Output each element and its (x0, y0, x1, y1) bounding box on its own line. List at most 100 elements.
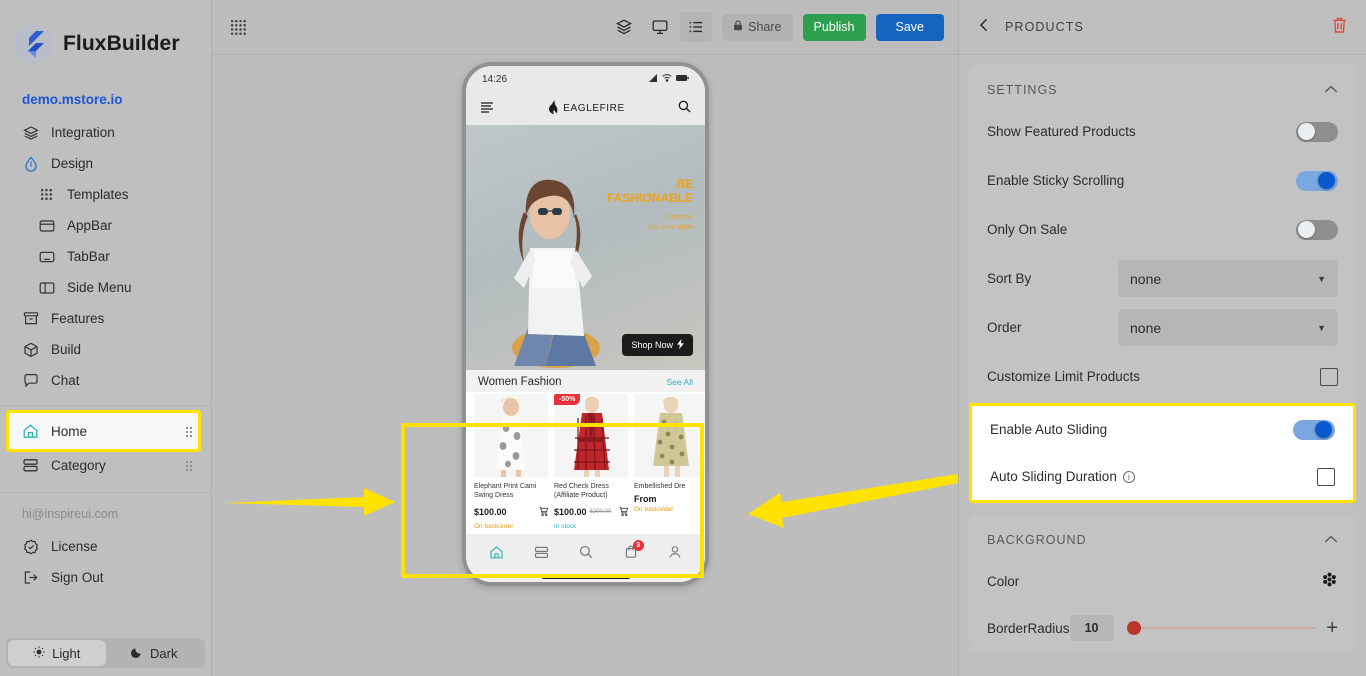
sidebar-item-label: TabBar (67, 249, 110, 264)
toolbar-actions: Share Publish Save (608, 12, 944, 42)
sidebar-item-label: Integration (51, 125, 115, 140)
product-price: From (634, 494, 657, 504)
share-button[interactable]: Share (722, 14, 792, 41)
sidebar-item-license[interactable]: License (0, 531, 211, 562)
flux-builder-app: FluxBuilder demo.mstore.io Integration (0, 0, 1366, 676)
sale-badge: -50% (554, 394, 580, 405)
product-price-row: $100.00 $200.00 (554, 503, 628, 521)
list-view-icon[interactable] (680, 12, 712, 42)
publish-button[interactable]: Publish (803, 14, 866, 41)
theme-light-button[interactable]: Light (8, 640, 106, 666)
add-to-cart-icon[interactable] (539, 503, 548, 521)
shop-now-label: Shop Now (631, 340, 673, 350)
pages-list: Home Category (0, 414, 211, 482)
slider-track[interactable] (1130, 627, 1317, 629)
border-radius-value-input[interactable]: 10 (1070, 615, 1114, 641)
panel-body[interactable]: SETTINGS Show Featured Products Enable S… (959, 55, 1366, 676)
sidebar-item-label: Sign Out (51, 570, 104, 585)
see-all-link[interactable]: See All (667, 377, 693, 387)
layers-panel-icon[interactable] (608, 12, 640, 42)
enable-auto-sliding-toggle[interactable] (1293, 420, 1335, 440)
add-to-cart-icon[interactable] (619, 503, 628, 521)
row-show-featured-products: Show Featured Products (969, 107, 1356, 156)
store-domain-link[interactable]: demo.mstore.io (0, 70, 211, 117)
border-radius-slider[interactable]: + (1130, 618, 1338, 638)
apps-grid-icon[interactable] (230, 19, 247, 36)
preview-desktop-icon[interactable] (644, 12, 676, 42)
theme-dark-button[interactable]: Dark (106, 640, 204, 666)
chevron-down-icon: ▼ (1317, 323, 1326, 333)
phone-home-indicator (466, 570, 705, 584)
sidebar-item-integration[interactable]: Integration (0, 117, 211, 148)
status-time: 14:26 (482, 74, 507, 85)
settings-section-title: SETTINGS (987, 83, 1058, 97)
sidebar-item-category[interactable]: Category (0, 448, 211, 482)
sidebar-item-build[interactable]: Build (0, 334, 211, 365)
drag-handle-icon[interactable] (185, 426, 193, 437)
background-section-header[interactable]: BACKGROUND (969, 519, 1356, 557)
shop-now-button[interactable]: Shop Now (622, 334, 693, 356)
theme-dark-label: Dark (150, 646, 177, 661)
enable-sticky-scrolling-toggle[interactable] (1296, 171, 1338, 191)
properties-panel: PRODUCTS SETTINGS Show Featured Products (958, 0, 1366, 676)
sidebar-item-sign-out[interactable]: Sign Out (0, 562, 211, 593)
sort-by-select[interactable]: none ▼ (1118, 260, 1338, 297)
sign-out-icon (22, 569, 39, 586)
product-old-price: $200.00 (590, 509, 612, 515)
tab-search-icon[interactable] (579, 545, 593, 559)
sidebar-item-chat[interactable]: Chat (0, 365, 211, 396)
product-carousel[interactable]: Elephant Print Cami Swing Dress $100.00 … (466, 392, 705, 534)
tab-home-icon[interactable] (489, 545, 504, 560)
save-button[interactable]: Save (876, 14, 945, 41)
row-label: Enable Auto Sliding (990, 422, 1107, 437)
chevron-up-icon[interactable] (1324, 83, 1338, 97)
tab-category-icon[interactable] (534, 546, 549, 559)
auto-sliding-duration-checkbox[interactable] (1317, 468, 1335, 486)
show-featured-products-toggle[interactable] (1296, 122, 1338, 142)
slider-thumb[interactable] (1127, 621, 1141, 635)
hero-banner[interactable]: BE FASHIONABLE Fashion get your style Sh… (466, 125, 705, 370)
share-label: Share (748, 20, 781, 34)
sidebar-item-appbar[interactable]: AppBar (0, 210, 211, 241)
product-image (474, 394, 548, 477)
sidebar-item-features[interactable]: Features (0, 303, 211, 334)
tab-cart-icon[interactable]: 3 (624, 545, 638, 559)
hero-sub-2: get your style (607, 222, 693, 232)
tab-profile-icon[interactable] (668, 545, 682, 559)
delete-icon[interactable] (1331, 16, 1348, 39)
sidebar-item-tabbar[interactable]: TabBar (0, 241, 211, 272)
product-card[interactable]: -50% (554, 394, 628, 534)
background-section: BACKGROUND Color (969, 515, 1356, 652)
hamburger-menu-icon[interactable] (480, 100, 494, 118)
search-icon[interactable] (678, 100, 691, 118)
only-on-sale-toggle[interactable] (1296, 220, 1338, 240)
product-card[interactable]: Embellished Dre From On backorder (634, 394, 705, 534)
divider (0, 405, 211, 406)
sidebar-item-home[interactable]: Home (0, 414, 211, 448)
product-name: Embellished Dre (634, 482, 705, 491)
flux-builder-logo-icon (14, 23, 52, 65)
row-label: Auto Sliding Duration i (990, 469, 1135, 484)
editor-canvas-area: Share Publish Save 14:26 (212, 0, 958, 676)
settings-section-header[interactable]: SETTINGS (969, 69, 1356, 107)
info-icon[interactable]: i (1123, 471, 1135, 483)
color-picker-icon[interactable] (1321, 571, 1338, 593)
sidebar-item-label: Features (51, 311, 104, 326)
increment-icon[interactable]: + (1326, 618, 1338, 638)
product-card[interactable]: Elephant Print Cami Swing Dress $100.00 … (474, 394, 548, 534)
store-logo: EAGLEFIRE (547, 100, 625, 118)
order-select[interactable]: none ▼ (1118, 309, 1338, 346)
sidebar-item-templates[interactable]: Templates (0, 179, 211, 210)
row-enable-auto-sliding: Enable Auto Sliding (972, 406, 1353, 453)
sidebar-item-design[interactable]: Design (0, 148, 211, 179)
drag-handle-icon[interactable] (185, 460, 193, 471)
brand-name: FluxBuilder (63, 32, 180, 56)
templates-grid-icon (38, 186, 55, 203)
lightning-icon (677, 339, 684, 351)
customize-limit-products-checkbox[interactable] (1320, 368, 1338, 386)
sidebar-item-side-menu[interactable]: Side Menu (0, 272, 211, 303)
footer-nav: License Sign Out (0, 531, 211, 593)
back-chevron-icon[interactable] (977, 17, 991, 38)
chevron-up-icon[interactable] (1324, 533, 1338, 547)
product-price-row: From (634, 494, 705, 504)
